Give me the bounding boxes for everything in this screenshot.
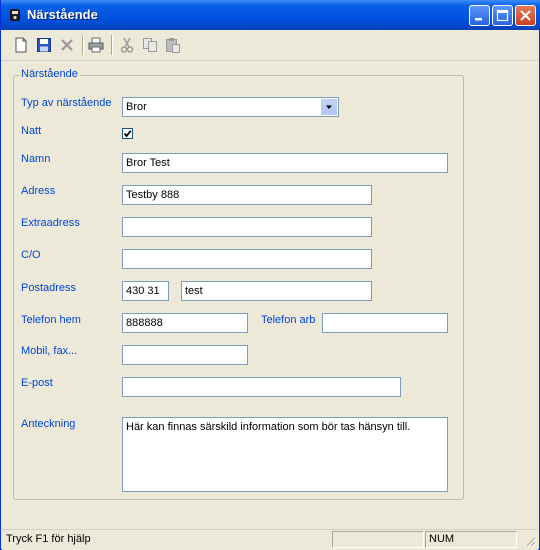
typ-select-value: Bror xyxy=(126,101,147,113)
toolbar xyxy=(1,30,539,61)
adress-field[interactable]: Testby 888 xyxy=(122,185,372,205)
natt-label: Natt xyxy=(21,125,42,137)
new-document-icon[interactable] xyxy=(12,36,30,54)
checkmark-icon xyxy=(123,130,132,138)
group-label: Närstående xyxy=(19,68,80,80)
paste-icon[interactable] xyxy=(164,36,182,54)
anteckning-textarea[interactable]: Här kan finnas särskild information som … xyxy=(122,417,448,492)
namn-label: Namn xyxy=(21,153,51,165)
anteckning-label: Anteckning xyxy=(21,418,76,430)
status-pane-empty xyxy=(332,531,424,548)
window-title: Närstående xyxy=(27,7,98,22)
telefon-arb-field[interactable] xyxy=(322,313,448,333)
epost-field[interactable] xyxy=(122,377,401,397)
typ-label: Typ av närstående xyxy=(21,97,112,109)
minimize-icon xyxy=(475,18,482,21)
natt-checkbox[interactable] xyxy=(122,128,133,139)
dropdown-arrow[interactable] xyxy=(321,99,337,115)
resize-grip-icon[interactable] xyxy=(524,535,537,548)
extraadress-label: Extraadress xyxy=(21,217,80,229)
toolbar-separator xyxy=(82,35,84,55)
maximize-button[interactable] xyxy=(492,5,513,26)
close-icon xyxy=(520,10,531,21)
status-help-text: Tryck F1 för hjälp xyxy=(6,533,91,545)
maximize-icon xyxy=(496,9,509,22)
mobil-field[interactable] xyxy=(122,345,248,365)
print-icon[interactable] xyxy=(87,36,105,54)
cut-icon[interactable] xyxy=(118,36,136,54)
typ-select[interactable]: Bror xyxy=(122,97,339,117)
postnummer-field[interactable]: 430 31 xyxy=(122,281,169,301)
postadress-label: Postadress xyxy=(21,282,77,294)
status-bar: Tryck F1 för hjälp NUM xyxy=(2,529,538,550)
save-icon[interactable] xyxy=(35,36,53,54)
telefon-hem-field[interactable]: 888888 xyxy=(122,313,248,333)
copy-icon[interactable] xyxy=(141,36,159,54)
delete-icon[interactable] xyxy=(58,36,76,54)
namn-field[interactable]: Bror Test xyxy=(122,153,448,173)
num-indicator: NUM xyxy=(425,531,517,548)
co-label: C/O xyxy=(21,249,41,261)
mobil-label: Mobil, fax... xyxy=(21,345,78,357)
minimize-button[interactable] xyxy=(469,5,490,26)
co-field[interactable] xyxy=(122,249,372,269)
toolbar-separator xyxy=(111,35,113,55)
extraadress-field[interactable] xyxy=(122,217,372,237)
telefon-arb-label: Telefon arb xyxy=(261,314,316,326)
adress-label: Adress xyxy=(21,185,56,197)
postort-field[interactable]: test xyxy=(181,281,372,301)
app-icon xyxy=(10,9,20,21)
chevron-down-icon xyxy=(326,105,332,109)
app-window: Närstående Närstående Typ av närstående … xyxy=(0,0,540,550)
close-button[interactable] xyxy=(515,5,536,26)
telefon-hem-label: Telefon hem xyxy=(21,314,81,326)
title-bar[interactable]: Närstående xyxy=(1,0,540,30)
epost-label: E-post xyxy=(21,377,53,389)
